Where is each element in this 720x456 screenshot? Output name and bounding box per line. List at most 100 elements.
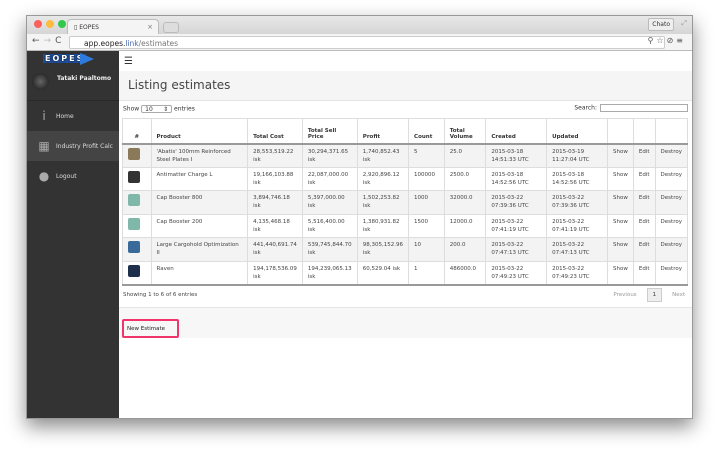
reload-icon[interactable]: C xyxy=(55,36,65,46)
forward-icon[interactable]: → xyxy=(44,36,56,46)
cell-profit: 2,920,896.12 isk xyxy=(356,166,410,191)
calculator-icon: ▦ xyxy=(38,139,50,153)
page-1-button[interactable]: 1 xyxy=(646,288,663,302)
address-bar-row: ←→C app.eopes.link/estimates ⚲☆⊘≡ xyxy=(27,34,692,51)
table-row: Antimatter Charge L 19,166,103.88 isk 22,0… xyxy=(122,166,689,191)
column-header[interactable]: Updated xyxy=(546,118,609,145)
cell-sell: 5,516,400.00 isk xyxy=(301,213,358,238)
page-title: Listing estimates xyxy=(128,78,231,92)
edit-link[interactable]: Edit xyxy=(632,213,656,238)
product-icon xyxy=(128,217,140,230)
close-window-button[interactable] xyxy=(34,20,42,28)
show-link[interactable]: Show xyxy=(607,190,634,215)
back-icon[interactable]: ← xyxy=(32,36,44,46)
column-header[interactable] xyxy=(607,118,634,145)
cell-product: Antimatter Charge L xyxy=(150,166,249,191)
column-header[interactable]: Count xyxy=(408,118,445,145)
show-link[interactable]: Show xyxy=(607,213,634,238)
destroy-link[interactable]: Destroy xyxy=(654,213,689,238)
cell-created: 2015-03-22 07:47:13 UTC xyxy=(485,237,548,262)
destroy-link[interactable]: Destroy xyxy=(654,237,689,262)
new-tab-button[interactable] xyxy=(163,22,179,33)
zoom-window-button[interactable] xyxy=(58,20,66,28)
next-button[interactable]: Next xyxy=(672,292,685,298)
cell-sell: 30,294,371.65 isk xyxy=(301,143,358,168)
column-header[interactable]: Total Sell Price xyxy=(301,118,358,145)
browser-window: ▯ EOPES × Chato ⤢ ←→C app.eopes.link/esti… xyxy=(26,15,693,419)
column-header[interactable]: Created xyxy=(485,118,548,145)
cell-created: 2015-03-22 07:41:19 UTC xyxy=(485,213,548,238)
table-info: Showing 1 to 6 of 6 entries xyxy=(123,292,198,298)
cell-updated: 2015-03-22 07:39:36 UTC xyxy=(546,190,609,215)
column-header[interactable]: Profit xyxy=(356,118,410,145)
cell-volume: 12000.0 xyxy=(443,213,487,238)
edit-link[interactable]: Edit xyxy=(632,260,656,286)
profile-button[interactable]: Chato xyxy=(648,18,674,31)
search-input[interactable] xyxy=(600,104,688,112)
url-input[interactable]: app.eopes.link/estimates xyxy=(69,36,665,49)
star-icon[interactable]: ☆ xyxy=(656,36,666,45)
entries-select[interactable]: 10 ⇕ xyxy=(141,105,173,113)
destroy-link[interactable]: Destroy xyxy=(654,190,689,215)
column-header[interactable]: # xyxy=(122,118,152,145)
edit-link[interactable]: Edit xyxy=(632,143,656,168)
cell-volume: 25.0 xyxy=(443,143,487,168)
close-tab-icon[interactable]: × xyxy=(147,23,153,31)
column-header[interactable]: Total Cost xyxy=(247,118,303,145)
cell-sell: 5,397,000.00 isk xyxy=(301,190,358,215)
edit-link[interactable]: Edit xyxy=(632,190,656,215)
cell-product: 'Abatis' 100mm Reinforced Steel Plates I xyxy=(150,143,249,168)
destroy-link[interactable]: Destroy xyxy=(654,143,689,168)
cell-count: 5 xyxy=(408,143,445,168)
column-header[interactable] xyxy=(632,118,656,145)
cell-count: 1 xyxy=(408,260,445,286)
cell-cost: 4,135,468.18 isk xyxy=(247,213,303,238)
product-icon xyxy=(128,194,140,206)
edit-link[interactable]: Edit xyxy=(632,237,656,262)
previous-button[interactable]: Previous xyxy=(613,292,636,298)
new-estimate-link[interactable]: New Estimate xyxy=(122,319,179,338)
destroy-link[interactable]: Destroy xyxy=(654,166,689,191)
sidebar-item-home[interactable]: i Home xyxy=(27,101,119,131)
destroy-link[interactable]: Destroy xyxy=(654,260,689,286)
fullscreen-icon[interactable]: ⤢ xyxy=(681,19,687,28)
info-icon: i xyxy=(42,109,46,123)
minimize-window-button[interactable] xyxy=(46,20,54,28)
cell-product: Large Cargohold Optimization II xyxy=(150,237,249,262)
show-link[interactable]: Show xyxy=(607,143,634,168)
cell-volume: 200.0 xyxy=(443,237,487,262)
cell-created: 2015-03-22 07:49:23 UTC xyxy=(485,260,548,286)
cell-profit: 1,740,852.43 isk xyxy=(356,143,410,168)
table-row: Raven 194,178,536.09 isk 194,239,065.13 is… xyxy=(122,260,689,286)
column-header[interactable]: Total Volume xyxy=(443,118,487,145)
show-link[interactable]: Show xyxy=(607,237,634,262)
sidebar: EOPES Tataki Paaltomo i Home ▦ Industry Pr… xyxy=(27,51,119,418)
cell-created: 2015-03-18 14:52:56 UTC xyxy=(485,166,548,191)
table-row: Cap Booster 800 3,894,746.18 isk 5,397,000… xyxy=(122,190,689,215)
column-header[interactable] xyxy=(654,118,689,145)
cell-profit: 1,380,931.82 isk xyxy=(356,213,410,238)
edit-link[interactable]: Edit xyxy=(632,166,656,191)
browser-tab[interactable]: ▯ EOPES × xyxy=(67,19,159,34)
cell-volume: 32000.0 xyxy=(443,190,487,215)
cell-count: 100000 xyxy=(408,166,445,191)
cell-profit: 1,502,253.82 isk xyxy=(356,190,410,215)
show-link[interactable]: Show xyxy=(607,166,634,191)
column-header[interactable]: Product xyxy=(150,118,249,145)
extension-icon[interactable]: ⊘ xyxy=(667,36,677,45)
product-icon xyxy=(128,147,140,160)
cell-updated: 2015-03-19 11:27:04 UTC xyxy=(546,143,609,168)
sidebar-item-logout[interactable]: ● Logout xyxy=(27,161,119,191)
product-icon xyxy=(128,241,140,253)
logo[interactable]: EOPES xyxy=(27,51,119,71)
hamburger-menu-icon[interactable]: ☰ xyxy=(119,51,692,71)
show-link[interactable]: Show xyxy=(607,260,634,286)
sidebar-item-industry-profit-calc[interactable]: ▦ Industry Profit Calc xyxy=(27,131,119,161)
cell-sell: 539,745,844.70 isk xyxy=(301,237,358,262)
cell-product: Cap Booster 800 xyxy=(150,190,249,215)
user-profile: Tataki Paaltomo xyxy=(27,71,119,101)
menu-icon[interactable]: ≡ xyxy=(676,36,686,45)
tab-bar: ▯ EOPES × Chato ⤢ xyxy=(27,16,692,34)
cell-updated: 2015-03-22 07:41:19 UTC xyxy=(546,213,609,238)
cell-profit: 98,305,152.96 isk xyxy=(356,237,410,262)
